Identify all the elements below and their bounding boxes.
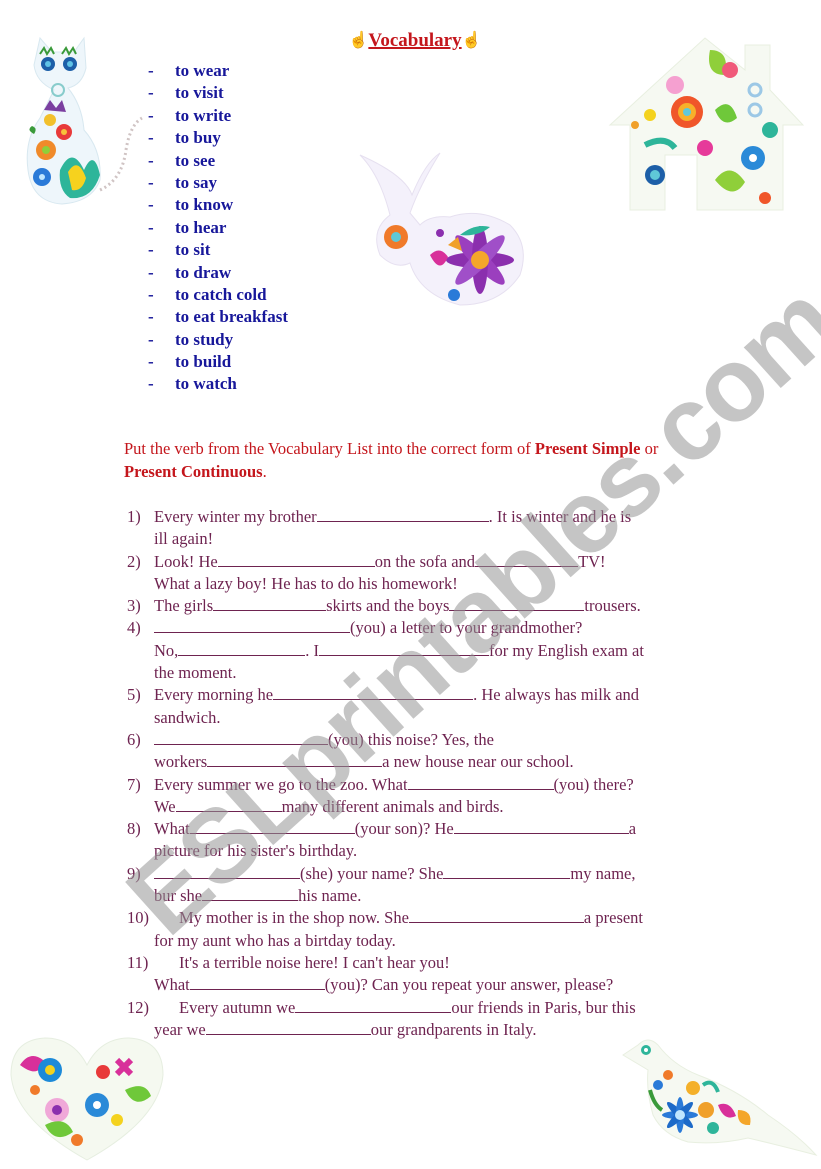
bullet-dash: -: [148, 128, 154, 148]
worksheet-page: ☝Vocabulary☝ - to wear - to visit - to write -…: [0, 0, 821, 1169]
answer-blank[interactable]: [213, 595, 327, 612]
exercise-item: 7) Every summer we go to the zoo. What (y…: [127, 774, 634, 816]
bullet-dash: -: [148, 105, 154, 125]
answer-blank[interactable]: [408, 907, 584, 924]
vocabulary-word: to see: [175, 150, 216, 170]
bullet-dash: -: [148, 329, 154, 349]
exercise-item: 8) What (your son)? He a picture for his si…: [127, 818, 637, 861]
bullet-dash: -: [148, 217, 154, 237]
vocabulary-word: to study: [175, 329, 234, 349]
vocabulary-word: to visit: [175, 83, 224, 103]
pointing-hand-icon-right: ☝: [461, 32, 482, 49]
answer-blank[interactable]: [205, 1019, 371, 1035]
exercise-item: 12) Every autumn we our friends in Paris,…: [127, 997, 636, 1017]
vocabulary-word: to eat breakfast: [175, 307, 288, 327]
exercise-instructions: Put the verb from the Vocabulary List in…: [124, 439, 659, 481]
floral-house-illustration: [608, 37, 805, 211]
answer-blank[interactable]: [295, 997, 452, 1013]
bullet-dash: -: [148, 172, 154, 192]
vocabulary-item: - to buy: [148, 127, 288, 149]
answer-blank[interactable]: [154, 617, 350, 634]
pointing-hand-icon-left: ☝: [348, 32, 369, 49]
bullet-dash: -: [148, 307, 154, 327]
bullet-dash: -: [148, 352, 154, 372]
answer-blank[interactable]: [453, 818, 629, 835]
vocabulary-item: - to hear: [148, 217, 288, 239]
bullet-dash: -: [148, 374, 154, 394]
bullet-dash: -: [148, 83, 154, 103]
vocabulary-item: - to say: [148, 172, 288, 194]
answer-blank[interactable]: [319, 640, 490, 656]
exercise-item: 1) Every winter my brother. It is winter…: [127, 506, 632, 549]
answer-blank[interactable]: [475, 551, 579, 567]
bullet-dash: -: [148, 262, 154, 282]
answer-blank[interactable]: [217, 551, 375, 567]
vocabulary-item: - to eat breakfast: [148, 306, 288, 328]
bullet-dash: -: [148, 195, 154, 215]
bullet-dash: -: [148, 284, 154, 304]
vocabulary-item: - to know: [148, 194, 288, 216]
vocabulary-item: - to study: [148, 329, 288, 351]
vocabulary-word: to catch cold: [175, 284, 267, 304]
answer-blank[interactable]: [449, 595, 585, 612]
answer-blank[interactable]: [189, 974, 325, 991]
vocabulary-item: - to sit: [148, 239, 288, 261]
exercise-item: 3) The girls skirts and the boys trousers.: [127, 595, 641, 616]
floral-bird-illustration: [622, 1039, 818, 1156]
vocabulary-word: to buy: [175, 128, 221, 148]
vocabulary-list: - to wear - to visit - to write - to buy - to see…: [148, 60, 288, 396]
floral-rabbit-illustration: [359, 152, 524, 306]
tense-present-continuous: Present Continuous: [124, 461, 263, 481]
answer-blank[interactable]: [407, 774, 554, 790]
answer-blank[interactable]: [175, 796, 282, 812]
vocabulary-word: to wear: [175, 61, 230, 80]
floral-heart-illustration: [10, 1037, 164, 1161]
answer-blank[interactable]: [154, 863, 300, 879]
vocabulary-item: - to visit: [148, 82, 288, 104]
exercise-item: 6) (you) this noise? Yes, the workers a ne…: [127, 729, 574, 772]
exercise-item: 11) It's a terrible noise here! I can't …: [127, 952, 450, 972]
vocabulary-item: - to draw: [148, 262, 288, 284]
answer-blank[interactable]: [273, 684, 474, 701]
exercise-list: 1) Every winter my brother. It is winter…: [127, 506, 702, 1041]
exercise-item: 4) (you) a letter to your grandmother? No…: [127, 617, 644, 683]
floral-cat-illustration: [26, 36, 143, 205]
answer-blank[interactable]: [316, 506, 489, 522]
vocabulary-word: to hear: [175, 217, 227, 237]
answer-blank[interactable]: [178, 640, 306, 656]
exercise-item: 9) (she) your name? She my name, bur she hi…: [127, 863, 636, 906]
vocabulary-item: - to write: [148, 105, 288, 127]
bullet-dash: -: [148, 240, 154, 260]
answer-blank[interactable]: [189, 818, 355, 835]
vocabulary-title: ☝Vocabulary☝: [340, 30, 490, 52]
vocabulary-item: - to see: [148, 150, 288, 172]
title-text: Vocabulary: [368, 30, 462, 51]
vocabulary-item: - to wear: [148, 60, 288, 82]
exercise-item-continuation: year we our grandparents in Italy.: [154, 1019, 537, 1039]
exercise-item: 10) My mother is in the shop now. She a p…: [127, 907, 644, 928]
vocabulary-item: - to catch cold: [148, 284, 288, 306]
vocabulary-word: to sit: [175, 240, 211, 260]
answer-blank[interactable]: [154, 729, 328, 745]
vocabulary-word: to say: [175, 172, 218, 192]
answer-blank[interactable]: [207, 751, 383, 768]
exercise-item: 2) Look! He on the sofa and TV! What a lazy…: [127, 551, 606, 593]
answer-blank[interactable]: [202, 885, 299, 902]
vocabulary-word: to build: [175, 352, 232, 372]
answer-blank[interactable]: [443, 863, 571, 879]
vocabulary-word: to write: [175, 105, 232, 125]
exercise-item-continuation: What (you)? Can you repeat your answer, p…: [154, 974, 614, 995]
exercise-item: 5) Every morning he. He always has milk …: [127, 684, 640, 727]
bullet-dash: -: [148, 150, 154, 170]
vocabulary-word: to watch: [175, 374, 237, 394]
vocabulary-item: - to build: [148, 351, 288, 373]
vocabulary-item: - to watch: [148, 373, 288, 395]
vocabulary-word: to draw: [175, 262, 232, 282]
bullet-dash: -: [148, 61, 154, 80]
vocabulary-word: to know: [175, 195, 234, 215]
exercise-item-continuation: for my aunt who has a birtday today.: [154, 930, 396, 950]
tense-present-simple: Present Simple: [534, 439, 641, 458]
